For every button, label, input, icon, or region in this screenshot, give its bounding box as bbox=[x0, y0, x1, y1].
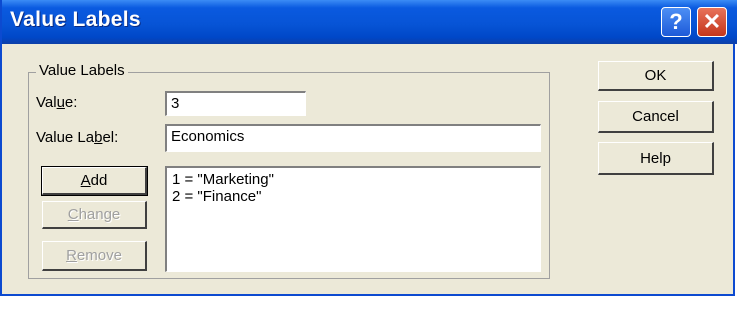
value-label-part: Val bbox=[36, 94, 57, 111]
remove-button-label: emove bbox=[76, 247, 122, 264]
value-input[interactable]: 3 bbox=[165, 91, 306, 116]
group-label: Value Labels bbox=[36, 62, 128, 79]
value-labels-list[interactable]: 1 = "Marketing" 2 = "Finance" bbox=[165, 166, 541, 272]
change-button-label: hange bbox=[78, 206, 121, 223]
remove-button[interactable]: Remove bbox=[42, 241, 147, 271]
change-mnemonic: C bbox=[67, 206, 79, 223]
dialog-title: Value Labels bbox=[10, 8, 141, 31]
value-label-input[interactable]: Economics bbox=[165, 124, 541, 152]
value-label-text: Value: bbox=[36, 94, 77, 111]
add-button[interactable]: Add bbox=[41, 166, 148, 196]
list-item[interactable]: 1 = "Marketing" bbox=[172, 171, 535, 188]
change-button[interactable]: Change bbox=[42, 201, 147, 229]
title-bar[interactable]: Value Labels ? ✕ bbox=[2, 0, 737, 44]
value-label-label-part: el: bbox=[102, 129, 119, 146]
list-item[interactable]: 2 = "Finance" bbox=[172, 188, 535, 205]
add-mnemonic: A bbox=[80, 172, 91, 189]
value-label-mnemonic: u bbox=[56, 94, 65, 111]
cancel-button[interactable]: Cancel bbox=[598, 101, 714, 133]
value-label-label-part: Value La bbox=[36, 129, 95, 146]
help-icon[interactable]: ? bbox=[661, 7, 691, 37]
add-button-label: dd bbox=[90, 172, 108, 189]
value-label-part: e: bbox=[64, 94, 78, 111]
close-icon[interactable]: ✕ bbox=[697, 7, 727, 37]
help-button[interactable]: Help bbox=[598, 142, 714, 175]
remove-mnemonic: R bbox=[66, 247, 77, 264]
value-label-label-text: Value Label: bbox=[36, 129, 118, 146]
ok-button[interactable]: OK bbox=[598, 61, 714, 91]
